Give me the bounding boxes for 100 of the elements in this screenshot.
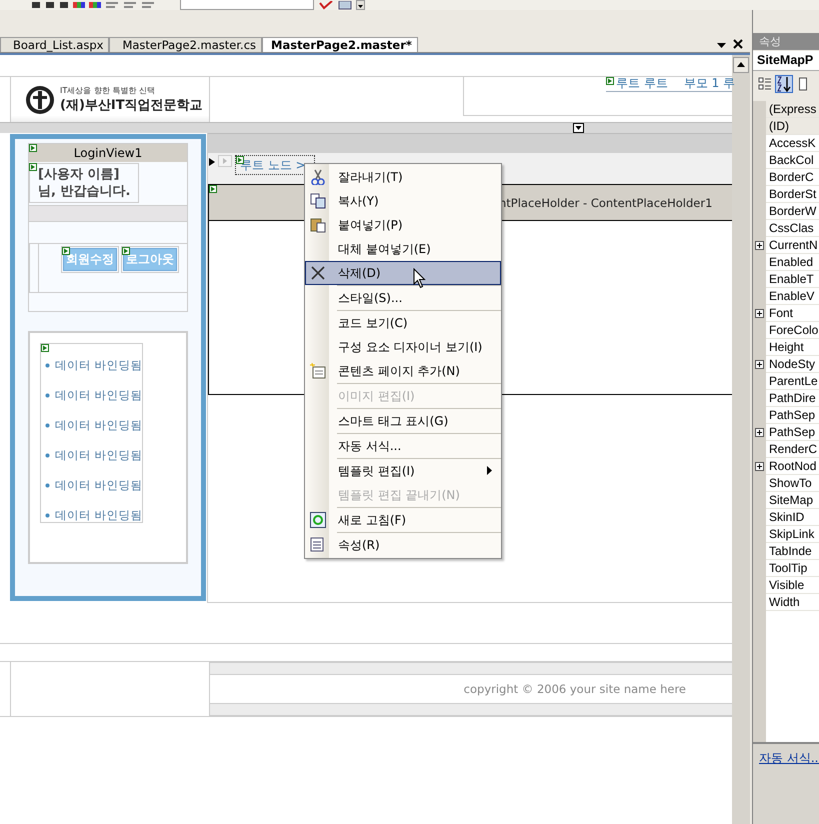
emblem-icon [25,84,55,114]
property-row[interactable]: AccessK [753,135,819,152]
menu-item[interactable]: 속성(R) [305,533,501,557]
menu-item[interactable]: 스마트 태그 표시(G) [305,409,501,433]
property-name[interactable]: EnableT [766,271,819,288]
property-row[interactable]: Visible [753,577,819,594]
clipboard-icon [310,217,326,233]
property-name[interactable]: SkinID [766,509,819,526]
property-row[interactable]: RenderC [753,441,819,458]
property-name[interactable]: Enabled [766,254,819,271]
property-name[interactable]: BorderC [766,169,819,186]
property-name[interactable]: NodeSty [766,356,819,373]
menu-item[interactable]: 자동 서식... [305,434,501,458]
property-name[interactable]: BorderW [766,203,819,220]
bullet-icon [45,422,50,428]
document-tab[interactable]: Board_List.aspx [0,37,110,52]
property-row[interactable]: (Express [753,101,819,118]
doctype-dropdown[interactable] [180,0,314,10]
breadcrumb-link[interactable]: 부모 1 루 [684,77,736,90]
list-item[interactable]: 데이터 바인딩됨 [55,418,143,432]
property-row[interactable]: SiteMap [753,492,819,509]
property-row[interactable]: SkinID [753,509,819,526]
menu-item[interactable]: 잘라내기(T) [305,165,501,189]
logo-name: (재)부산IT직업전문학교 [60,97,203,114]
property-row[interactable]: Font [753,305,819,322]
menu-item[interactable]: 새로 고침(F) [305,508,501,532]
refresh-icon [310,512,326,528]
list-item[interactable]: 데이터 바인딩됨 [55,358,143,372]
menu-item[interactable]: 템플릿 편집(I) [305,459,501,483]
property-row[interactable]: EnableV [753,288,819,305]
property-row[interactable]: Height [753,339,819,356]
document-tab[interactable]: MasterPage2.master* [262,37,418,52]
property-name[interactable]: PathDire [766,390,819,407]
menu-item[interactable]: 코드 보기(C) [305,311,501,335]
property-name[interactable]: (Express [766,101,819,118]
property-name[interactable]: PathSep [766,424,819,441]
menu-item[interactable]: 삭제(D) [305,261,501,285]
property-name[interactable]: ForeColo [766,322,819,339]
property-row[interactable]: EnableT [753,271,819,288]
property-name[interactable]: RootNod [766,458,819,475]
menu-item[interactable]: 구성 요소 디자이너 보기(I) [305,335,501,359]
property-name[interactable]: TabInde [766,543,819,560]
delete-icon [310,265,326,281]
format-icon [30,2,42,10]
property-name[interactable]: Visible [766,577,819,594]
menu-item[interactable]: 콘텐츠 페이지 추가(N) [305,359,501,383]
breadcrumb-link[interactable]: 루트 루트 [616,77,668,90]
property-row[interactable]: BackCol [753,152,819,169]
categorized-icon [757,76,773,92]
control-marker-icon [41,344,49,352]
property-row[interactable]: PathDire [753,390,819,407]
property-name[interactable]: PathSep [766,407,819,424]
auto-format-link[interactable]: 자동 서식... [759,751,819,765]
property-row[interactable]: BorderW [753,203,819,220]
property-name[interactable]: EnableV [766,288,819,305]
list-item[interactable]: 데이터 바인딩됨 [55,478,143,492]
property-row[interactable]: PathSep [753,407,819,424]
properties-icon [310,537,326,553]
object-selector[interactable]: SiteMapP [753,51,819,71]
menu-item[interactable]: 복사(Y) [305,189,501,213]
property-row[interactable]: ParentLe [753,373,819,390]
property-row[interactable]: BorderSt [753,186,819,203]
property-name[interactable]: (ID) [766,118,819,135]
list-icon [122,2,138,10]
menu-item[interactable]: 대체 붙여넣기(E) [305,237,501,261]
property-name[interactable]: SkipLink [766,526,819,543]
expand-icon [755,360,764,369]
property-name[interactable]: RenderC [766,441,819,458]
property-row[interactable]: ForeColo [753,322,819,339]
property-row[interactable]: BorderC [753,169,819,186]
property-row[interactable]: RootNod [753,458,819,475]
document-tab[interactable]: MasterPage2.master.cs [109,37,262,52]
property-row[interactable]: CssClas [753,220,819,237]
property-name[interactable]: ShowTo [766,475,819,492]
property-name[interactable]: CssClas [766,220,819,237]
menu-item[interactable]: 붙여넣기(P) [305,213,501,237]
list-item[interactable]: 데이터 바인딩됨 [55,448,143,462]
expand-icon [755,309,764,318]
menu-item[interactable]: 스타일(S)... [305,286,501,310]
property-row[interactable]: NodeSty [753,356,819,373]
property-name[interactable]: SiteMap [766,492,819,509]
list-item[interactable]: 데이터 바인딩됨 [55,388,143,402]
vertical-scrollbar[interactable] [732,55,750,824]
property-name[interactable]: Height [766,339,819,356]
list-item[interactable]: 데이터 바인딩됨 [55,508,143,522]
property-row[interactable]: PathSep [753,424,819,441]
property-row[interactable]: Enabled [753,254,819,271]
property-name[interactable]: BorderSt [766,186,819,203]
color-icon [72,2,86,10]
property-row[interactable]: (ID) [753,118,819,135]
property-row[interactable]: TabInde [753,543,819,560]
property-row[interactable]: ToolTip [753,560,819,577]
property-name[interactable]: Width [766,594,819,611]
property-row[interactable]: Width [753,594,819,611]
property-name[interactable]: BackCol [766,152,819,169]
property-row[interactable]: ShowTo [753,475,819,492]
breadcrumb-link[interactable]: 루트 노드 > [238,156,306,174]
property-name[interactable]: ToolTip [766,560,819,577]
property-row[interactable]: CurrentN [753,237,819,254]
property-row[interactable]: SkipLink [753,526,819,543]
